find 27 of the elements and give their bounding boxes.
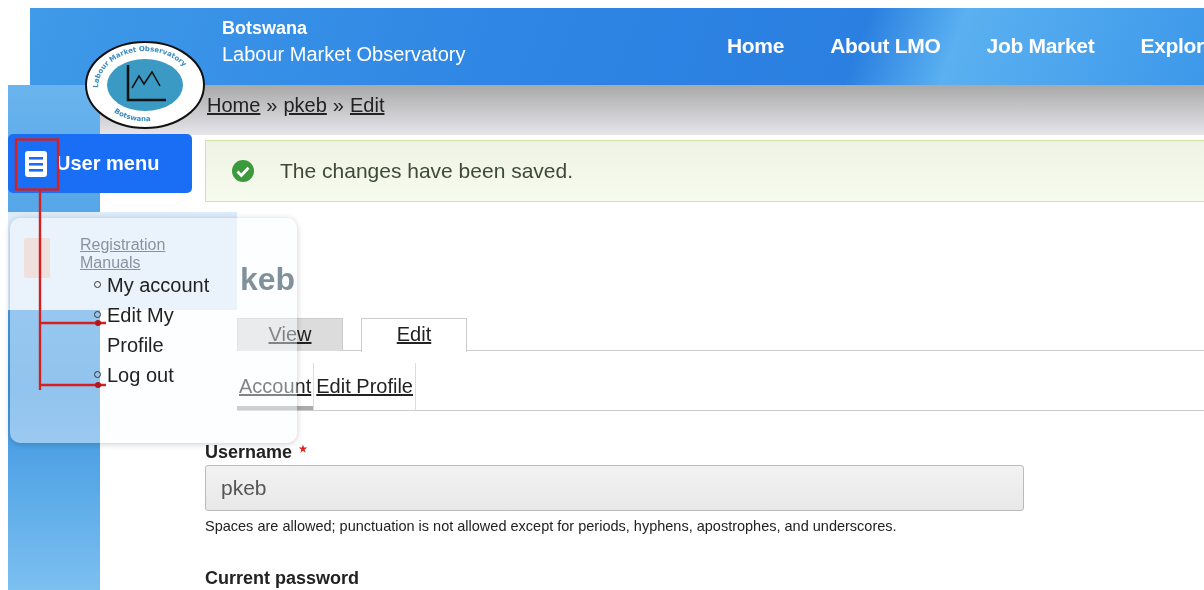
subtab[interactable]: Edit Profile	[314, 363, 416, 410]
breadcrumb-link[interactable]: pkeb	[283, 94, 327, 117]
nav-link[interactable]: About LMO	[830, 34, 941, 58]
field-label: Username	[205, 441, 293, 463]
menu-item[interactable]: My account	[107, 270, 222, 300]
menu-item[interactable]: Log out	[107, 360, 222, 390]
message-text: The changes have been saved.	[280, 159, 574, 183]
tab[interactable]: View	[237, 318, 343, 351]
page-title: keb	[240, 261, 297, 299]
site-name[interactable]: Botswana	[222, 17, 466, 39]
subtab[interactable]: Account	[237, 363, 315, 410]
field-label: Current password	[205, 567, 361, 589]
nav-link[interactable]: Job Market	[986, 34, 1095, 58]
breadcrumb-link[interactable]: Home	[207, 94, 261, 117]
nav-link[interactable]: Home	[726, 34, 785, 58]
site-subtitle[interactable]: Labour Market Observatory	[222, 39, 466, 69]
sidebar-link-text[interactable]: Registration Manuals	[80, 236, 190, 272]
tab[interactable]: Edit	[361, 318, 467, 352]
breadcrumb-separator: »	[266, 94, 278, 117]
menu-icon	[24, 149, 48, 178]
nav-link[interactable]: Explor	[1140, 34, 1204, 58]
highlight-frame	[14, 138, 60, 191]
username-field[interactable]: pkeb	[205, 465, 1024, 511]
check-icon	[232, 160, 254, 182]
breadcrumb-link[interactable]: Edit	[350, 94, 385, 117]
breadcrumb-separator: »	[332, 94, 344, 117]
field-description: Spaces are allowed; punctuation is not allowed except for periods, hyphens, apostrophes, and underscores.	[205, 517, 898, 536]
